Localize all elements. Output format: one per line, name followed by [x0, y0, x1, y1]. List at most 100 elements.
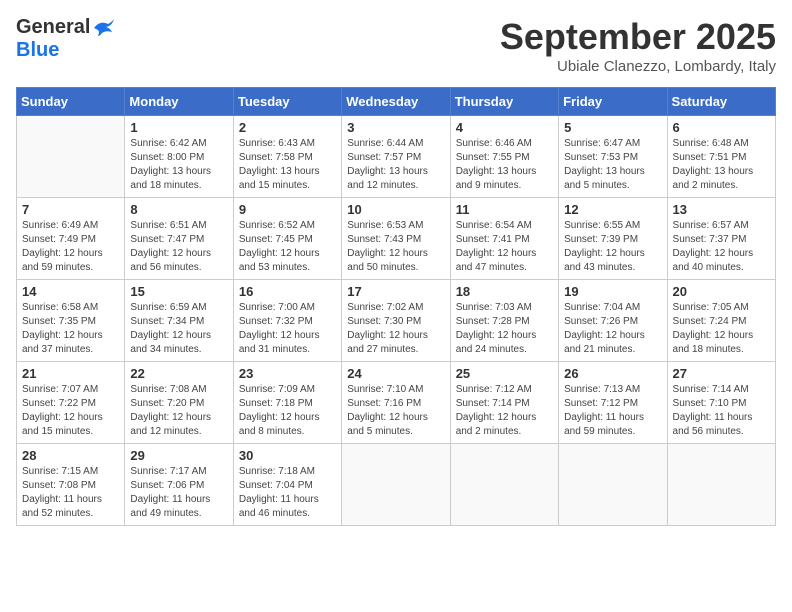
logo-general-text: General [16, 16, 90, 39]
calendar-day-cell: 16 Sunrise: 7:00 AM Sunset: 7:32 PM Dayli… [233, 280, 341, 362]
day-number: 2 [239, 120, 336, 135]
day-info: Sunrise: 7:04 AM Sunset: 7:26 PM Dayligh… [564, 301, 661, 357]
calendar-day-cell: 14Sunrise: 6:58 AM Sunset: 7:35 PM Dayli… [17, 280, 125, 362]
calendar-day-cell [559, 444, 667, 526]
calendar-day-cell: 26 Sunrise: 7:13 AM Sunset: 7:12 PM Dayli… [559, 362, 667, 444]
page-header: General Blue September 2025 Ubiale Clane… [16, 16, 776, 75]
day-number: 7 [22, 202, 119, 217]
logo-bird-icon [92, 18, 116, 38]
calendar-week-row: 21 Sunrise: 7:07 AM Sunset: 7:22 PM Dayli… [17, 362, 776, 444]
day-number: 30 [239, 448, 336, 463]
calendar-day-cell [450, 444, 558, 526]
day-info: Sunrise: 6:44 AM Sunset: 7:57 PM Dayligh… [347, 137, 444, 193]
calendar-day-cell: 24 Sunrise: 7:10 AM Sunset: 7:16 PM Dayli… [342, 362, 450, 444]
calendar-week-row: 7 Sunrise: 6:49 AM Sunset: 7:49 PM Daylig… [17, 198, 776, 280]
day-info: Sunrise: 7:08 AM Sunset: 7:20 PM Dayligh… [130, 383, 227, 439]
day-info: Sunrise: 6:59 AM Sunset: 7:34 PM Dayligh… [130, 301, 227, 357]
day-info: Sunrise: 7:09 AM Sunset: 7:18 PM Dayligh… [239, 383, 336, 439]
calendar-day-cell: 9Sunrise: 6:52 AM Sunset: 7:45 PM Daylig… [233, 198, 341, 280]
day-info: Sunrise: 6:43 AM Sunset: 7:58 PM Dayligh… [239, 137, 336, 193]
day-info: Sunrise: 6:47 AM Sunset: 7:53 PM Dayligh… [564, 137, 661, 193]
day-number: 1 [130, 120, 227, 135]
day-number: 4 [456, 120, 553, 135]
day-number: 26 [564, 366, 661, 381]
day-info: Sunrise: 7:00 AM Sunset: 7:32 PM Dayligh… [239, 301, 336, 357]
day-info: Sunrise: 7:18 AM Sunset: 7:04 PM Dayligh… [239, 465, 336, 521]
calendar-day-cell: 7 Sunrise: 6:49 AM Sunset: 7:49 PM Daylig… [17, 198, 125, 280]
calendar-day-cell: 17 Sunrise: 7:02 AM Sunset: 7:30 PM Dayli… [342, 280, 450, 362]
day-number: 28 [22, 448, 119, 463]
day-number: 11 [456, 202, 553, 217]
day-info: Sunrise: 6:46 AM Sunset: 7:55 PM Dayligh… [456, 137, 553, 193]
day-number: 5 [564, 120, 661, 135]
day-number: 10 [347, 202, 444, 217]
day-info: Sunrise: 7:17 AM Sunset: 7:06 PM Dayligh… [130, 465, 227, 521]
day-info: Sunrise: 7:05 AM Sunset: 7:24 PM Dayligh… [673, 301, 770, 357]
calendar-day-cell: 21 Sunrise: 7:07 AM Sunset: 7:22 PM Dayli… [17, 362, 125, 444]
calendar-day-cell: 10Sunrise: 6:53 AM Sunset: 7:43 PM Dayli… [342, 198, 450, 280]
calendar-day-header: Tuesday [233, 88, 341, 116]
day-info: Sunrise: 6:58 AM Sunset: 7:35 PM Dayligh… [22, 301, 119, 357]
calendar-day-cell: 13 Sunrise: 6:57 AM Sunset: 7:37 PM Dayli… [667, 198, 775, 280]
calendar-day-header: Thursday [450, 88, 558, 116]
calendar-day-cell: 15 Sunrise: 6:59 AM Sunset: 7:34 PM Dayli… [125, 280, 233, 362]
calendar-day-cell: 22 Sunrise: 7:08 AM Sunset: 7:20 PM Dayli… [125, 362, 233, 444]
day-number: 3 [347, 120, 444, 135]
title-section: September 2025 Ubiale Clanezzo, Lombardy… [500, 16, 776, 75]
day-info: Sunrise: 6:48 AM Sunset: 7:51 PM Dayligh… [673, 137, 770, 193]
day-number: 22 [130, 366, 227, 381]
calendar-day-header: Sunday [17, 88, 125, 116]
logo-blue-text: Blue [16, 39, 59, 62]
calendar-day-cell [667, 444, 775, 526]
calendar-day-cell: 4 Sunrise: 6:46 AM Sunset: 7:55 PM Daylig… [450, 116, 558, 198]
day-number: 18 [456, 284, 553, 299]
calendar-day-cell: 11Sunrise: 6:54 AM Sunset: 7:41 PM Dayli… [450, 198, 558, 280]
calendar-week-row: 14Sunrise: 6:58 AM Sunset: 7:35 PM Dayli… [17, 280, 776, 362]
day-number: 6 [673, 120, 770, 135]
day-info: Sunrise: 6:49 AM Sunset: 7:49 PM Dayligh… [22, 219, 119, 275]
calendar-day-cell: 28 Sunrise: 7:15 AM Sunset: 7:08 PM Dayli… [17, 444, 125, 526]
calendar-day-header: Wednesday [342, 88, 450, 116]
day-number: 8 [130, 202, 227, 217]
day-number: 16 [239, 284, 336, 299]
calendar-day-cell: 30 Sunrise: 7:18 AM Sunset: 7:04 PM Dayli… [233, 444, 341, 526]
calendar-day-cell [342, 444, 450, 526]
calendar-day-cell: 8 Sunrise: 6:51 AM Sunset: 7:47 PM Daylig… [125, 198, 233, 280]
day-info: Sunrise: 7:07 AM Sunset: 7:22 PM Dayligh… [22, 383, 119, 439]
day-info: Sunrise: 7:14 AM Sunset: 7:10 PM Dayligh… [673, 383, 770, 439]
day-number: 13 [673, 202, 770, 217]
calendar-day-cell: 29Sunrise: 7:17 AM Sunset: 7:06 PM Dayli… [125, 444, 233, 526]
day-number: 17 [347, 284, 444, 299]
day-info: Sunrise: 7:02 AM Sunset: 7:30 PM Dayligh… [347, 301, 444, 357]
day-number: 25 [456, 366, 553, 381]
calendar-week-row: 28 Sunrise: 7:15 AM Sunset: 7:08 PM Dayli… [17, 444, 776, 526]
calendar-day-header: Monday [125, 88, 233, 116]
day-info: Sunrise: 6:57 AM Sunset: 7:37 PM Dayligh… [673, 219, 770, 275]
calendar-day-cell: 25 Sunrise: 7:12 AM Sunset: 7:14 PM Dayli… [450, 362, 558, 444]
day-number: 12 [564, 202, 661, 217]
calendar-day-cell: 5 Sunrise: 6:47 AM Sunset: 7:53 PM Daylig… [559, 116, 667, 198]
day-number: 21 [22, 366, 119, 381]
day-info: Sunrise: 7:13 AM Sunset: 7:12 PM Dayligh… [564, 383, 661, 439]
day-number: 9 [239, 202, 336, 217]
calendar-day-header: Friday [559, 88, 667, 116]
location-subtitle: Ubiale Clanezzo, Lombardy, Italy [500, 58, 776, 75]
calendar-day-cell: 2 Sunrise: 6:43 AM Sunset: 7:58 PM Daylig… [233, 116, 341, 198]
calendar-day-cell: 3 Sunrise: 6:44 AM Sunset: 7:57 PM Daylig… [342, 116, 450, 198]
day-info: Sunrise: 7:15 AM Sunset: 7:08 PM Dayligh… [22, 465, 119, 521]
calendar-week-row: 1 Sunrise: 6:42 AM Sunset: 8:00 PM Daylig… [17, 116, 776, 198]
day-info: Sunrise: 7:12 AM Sunset: 7:14 PM Dayligh… [456, 383, 553, 439]
logo: General Blue [16, 16, 116, 62]
day-number: 15 [130, 284, 227, 299]
calendar-day-cell: 1 Sunrise: 6:42 AM Sunset: 8:00 PM Daylig… [125, 116, 233, 198]
day-info: Sunrise: 7:03 AM Sunset: 7:28 PM Dayligh… [456, 301, 553, 357]
calendar-day-cell [17, 116, 125, 198]
day-number: 23 [239, 366, 336, 381]
day-info: Sunrise: 6:42 AM Sunset: 8:00 PM Dayligh… [130, 137, 227, 193]
day-info: Sunrise: 7:10 AM Sunset: 7:16 PM Dayligh… [347, 383, 444, 439]
day-info: Sunrise: 6:51 AM Sunset: 7:47 PM Dayligh… [130, 219, 227, 275]
day-number: 24 [347, 366, 444, 381]
calendar-header-row: SundayMondayTuesdayWednesdayThursdayFrid… [17, 88, 776, 116]
calendar-day-cell: 19Sunrise: 7:04 AM Sunset: 7:26 PM Dayli… [559, 280, 667, 362]
calendar-table: SundayMondayTuesdayWednesdayThursdayFrid… [16, 87, 776, 526]
